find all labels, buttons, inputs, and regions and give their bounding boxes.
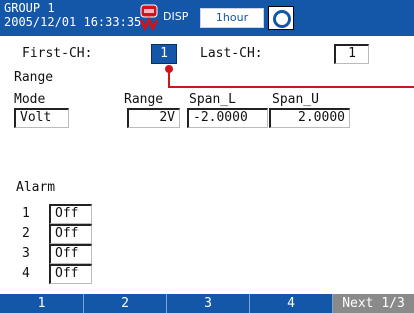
trend-interval: 1hour bbox=[200, 8, 264, 28]
span-u-field[interactable]: 2.0000 bbox=[269, 108, 350, 128]
alarm-field[interactable]: Off bbox=[49, 224, 92, 244]
range-label: Range bbox=[124, 92, 164, 107]
first-ch-field[interactable]: 1 bbox=[151, 44, 177, 64]
alarm-number: 4 bbox=[22, 266, 30, 281]
last-ch-field[interactable]: 1 bbox=[334, 44, 369, 64]
alarm-number: 3 bbox=[22, 246, 30, 261]
range-field[interactable]: 2V bbox=[127, 108, 180, 128]
recording-stop-icon bbox=[140, 4, 158, 32]
first-ch-label: First-CH: bbox=[22, 46, 93, 61]
cursor-line bbox=[168, 86, 414, 88]
alarm-field[interactable]: Off bbox=[49, 204, 92, 224]
alarm-section-title: Alarm bbox=[16, 180, 56, 195]
alarm-field[interactable]: Off bbox=[49, 244, 92, 264]
group-name: GROUP 1 bbox=[4, 1, 55, 15]
softkey-4[interactable]: 4 bbox=[250, 294, 333, 313]
status-header: GROUP 1 2005/12/01 16:33:35 DISP 1hour bbox=[0, 0, 414, 36]
memory-card-icon bbox=[268, 6, 294, 30]
last-ch-label: Last-CH: bbox=[200, 46, 263, 61]
span-l-label: Span_L bbox=[189, 92, 236, 107]
mode-field[interactable]: Volt bbox=[14, 108, 69, 128]
mode-label: Mode bbox=[14, 92, 46, 107]
softkey-1[interactable]: 1 bbox=[0, 294, 84, 313]
datetime: 2005/12/01 16:33:35 bbox=[4, 15, 142, 29]
span-l-field[interactable]: -2.0000 bbox=[187, 108, 268, 128]
range-section-title: Range bbox=[14, 70, 54, 85]
alarm-number: 2 bbox=[22, 226, 30, 241]
alarm-field[interactable]: Off bbox=[49, 264, 92, 284]
display-mode-label: DISP bbox=[163, 10, 189, 23]
softkey-2[interactable]: 2 bbox=[84, 294, 167, 313]
span-u-label: Span_U bbox=[272, 92, 319, 107]
alarm-number: 1 bbox=[22, 206, 30, 221]
next-page-softkey[interactable]: Next 1/3 bbox=[333, 294, 414, 313]
softkey-3[interactable]: 3 bbox=[167, 294, 250, 313]
